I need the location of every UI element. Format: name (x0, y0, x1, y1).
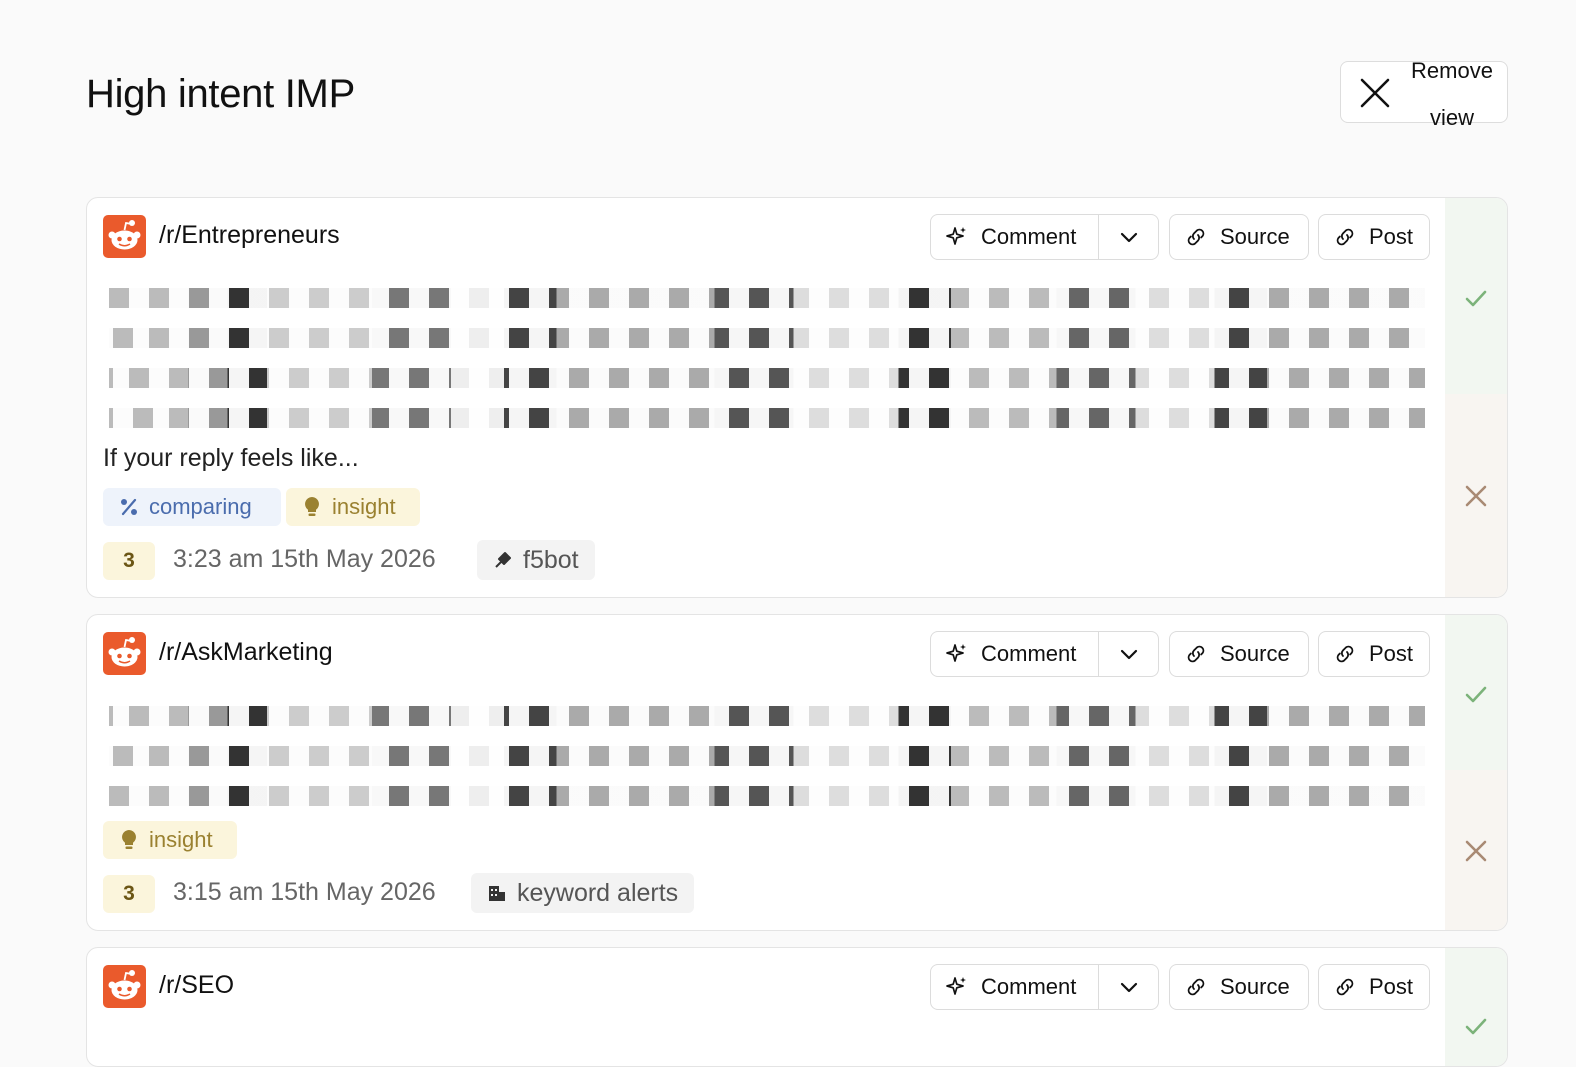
subreddit-name[interactable]: /r/SEO (159, 971, 234, 1000)
reddit-logo-icon (103, 632, 146, 675)
comment-dropdown-button[interactable] (1098, 964, 1159, 1010)
page-title: High intent IMP (86, 72, 355, 116)
comment-label: Comment (981, 224, 1077, 249)
tag-comparing: comparing (103, 488, 281, 526)
tag-label: insight (332, 494, 396, 519)
post-label: Post (1369, 641, 1414, 666)
score-badge: 3 (103, 875, 155, 913)
check-icon (1465, 686, 1487, 703)
redacted-text-line (109, 368, 1425, 388)
chevron-down-icon (1120, 232, 1137, 243)
link-icon (1187, 978, 1205, 996)
tag-insight: insight (103, 821, 237, 859)
redacted-text-line (109, 746, 1425, 766)
source-tag: keyword alerts (471, 873, 695, 913)
approve-button[interactable] (1445, 615, 1507, 772)
chevron-down-icon (1120, 649, 1137, 660)
redacted-text-line (109, 328, 1425, 348)
source-tag-label: f5bot (523, 545, 579, 574)
link-icon (1336, 978, 1354, 996)
redacted-text-line (109, 408, 1425, 428)
x-icon (1465, 485, 1487, 507)
post-label: Post (1369, 224, 1414, 249)
post-button[interactable]: Post (1318, 214, 1430, 260)
check-icon (1465, 1018, 1487, 1035)
x-icon (1465, 840, 1487, 862)
subreddit-name[interactable]: /r/AskMarketing (159, 638, 333, 667)
post-card: /r/AskMarketing Comment Source Post insi… (86, 614, 1508, 931)
redacted-text-line (109, 288, 1425, 308)
comment-dropdown-button[interactable] (1098, 214, 1159, 260)
remove-view-label-2: view (1429, 105, 1474, 130)
post-card: /r/SEO Comment Source Post (86, 947, 1508, 1067)
source-label: Source (1220, 641, 1290, 666)
tag-insight: insight (286, 488, 420, 526)
tag-label: insight (149, 827, 213, 852)
lightbulb-icon (305, 497, 319, 516)
comment-button[interactable]: Comment (930, 631, 1099, 677)
percent-icon (121, 498, 137, 516)
bot-icon (495, 552, 511, 568)
comment-button[interactable]: Comment (930, 214, 1099, 260)
score-badge: 3 (103, 542, 155, 580)
redacted-text-line (109, 786, 1425, 806)
comment-label: Comment (981, 974, 1077, 999)
remove-view-label: Remove (1411, 58, 1493, 83)
link-icon (1187, 645, 1205, 663)
approve-button[interactable] (1445, 198, 1507, 396)
link-icon (1336, 645, 1354, 663)
source-button[interactable]: Source (1169, 214, 1309, 260)
post-button[interactable]: Post (1318, 964, 1430, 1010)
approve-button[interactable] (1445, 948, 1507, 1066)
check-icon (1465, 290, 1487, 307)
lightbulb-icon (122, 830, 136, 849)
post-card: /r/Entrepreneurs Comment Source Post If … (86, 197, 1508, 598)
comment-dropdown-button[interactable] (1098, 631, 1159, 677)
timestamp: 3:23 am 15th May 2026 (173, 545, 436, 573)
timestamp: 3:15 am 15th May 2026 (173, 878, 436, 906)
close-icon (1360, 78, 1390, 108)
reddit-logo-icon (103, 965, 146, 1008)
source-button[interactable]: Source (1169, 964, 1309, 1010)
reddit-logo-icon (103, 215, 146, 258)
source-label: Source (1220, 224, 1290, 249)
post-body-tail: If your reply feels like... (103, 444, 359, 472)
comment-label: Comment (981, 641, 1077, 666)
source-label: Source (1220, 974, 1290, 999)
redacted-text-line (109, 706, 1425, 726)
remove-view-button[interactable]: Remove view (1340, 58, 1508, 130)
tag-label: comparing (149, 494, 252, 519)
sparkle-icon (946, 644, 966, 662)
reject-button[interactable] (1445, 770, 1507, 930)
link-icon (1336, 228, 1354, 246)
sparkle-icon (946, 977, 966, 995)
link-icon (1187, 228, 1205, 246)
post-button[interactable]: Post (1318, 631, 1430, 677)
sparkle-icon (946, 227, 966, 245)
source-tag: f5bot (477, 540, 595, 580)
building-icon (489, 886, 505, 901)
reject-button[interactable] (1445, 394, 1507, 597)
source-button[interactable]: Source (1169, 631, 1309, 677)
chevron-down-icon (1120, 982, 1137, 993)
comment-button[interactable]: Comment (930, 964, 1099, 1010)
post-label: Post (1369, 974, 1414, 999)
source-tag-label: keyword alerts (517, 878, 679, 907)
subreddit-name[interactable]: /r/Entrepreneurs (159, 221, 340, 250)
